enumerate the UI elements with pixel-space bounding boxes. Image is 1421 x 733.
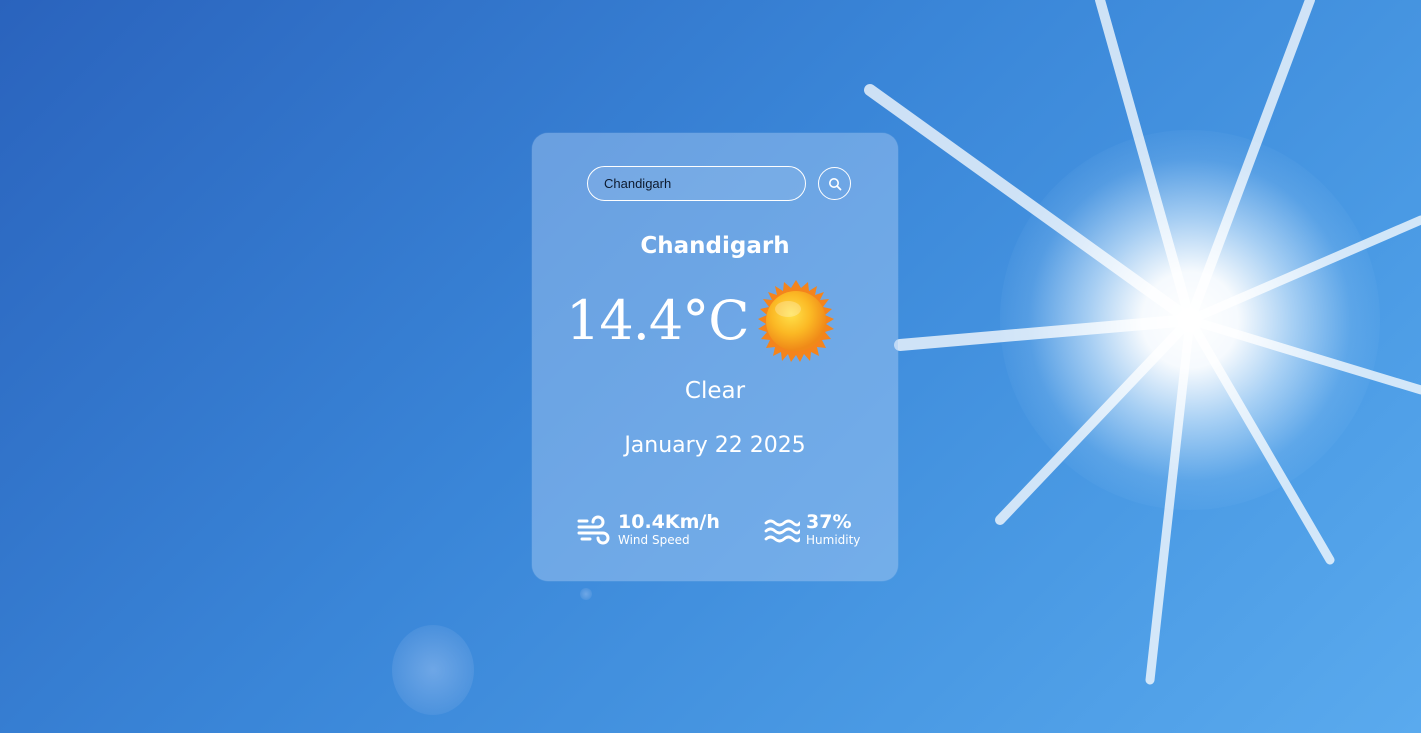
wind-speed-value: 10.4Km/h xyxy=(618,511,720,533)
lens-flare-small xyxy=(580,588,592,600)
current-date: January 22 2025 xyxy=(624,433,806,458)
search-bar xyxy=(587,166,852,202)
search-icon xyxy=(828,177,841,190)
city-name: Chandigarh xyxy=(640,233,790,259)
weather-condition: Clear xyxy=(684,378,746,404)
temperature: 14.4°C xyxy=(566,289,750,352)
city-search-input[interactable] xyxy=(587,166,806,201)
humidity-label: Humidity xyxy=(806,533,861,547)
lens-flare xyxy=(392,625,474,715)
wind-icon xyxy=(577,515,610,545)
humidity-icon xyxy=(764,519,800,543)
sun-icon xyxy=(758,280,834,362)
humidity-value: 37% xyxy=(806,511,852,533)
search-button[interactable] xyxy=(818,167,851,200)
wind-speed-label: Wind Speed xyxy=(618,533,690,547)
weather-card: Chandigarh 14.4°C Clear January 22 2025 xyxy=(532,133,898,581)
